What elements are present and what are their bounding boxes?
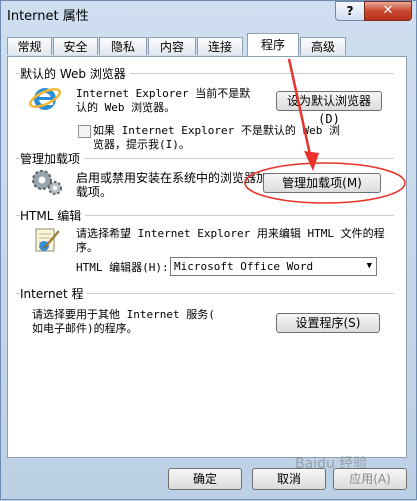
annotation-overlay — [244, 58, 406, 204]
internet-options-window: Internet 属性 ? ✕ 常规 安全 隐私 内容 连接 程序 高级 默认的… — [0, 0, 417, 500]
annotation-arrowhead — [304, 151, 319, 171]
tab-programs[interactable]: 程序 — [247, 33, 299, 56]
annotation-ellipse — [244, 162, 406, 204]
annotation-arrow-shaft — [287, 58, 313, 160]
ok-button[interactable]: 确定 — [168, 468, 242, 490]
watermark: Baidu 经验 — [295, 456, 368, 472]
